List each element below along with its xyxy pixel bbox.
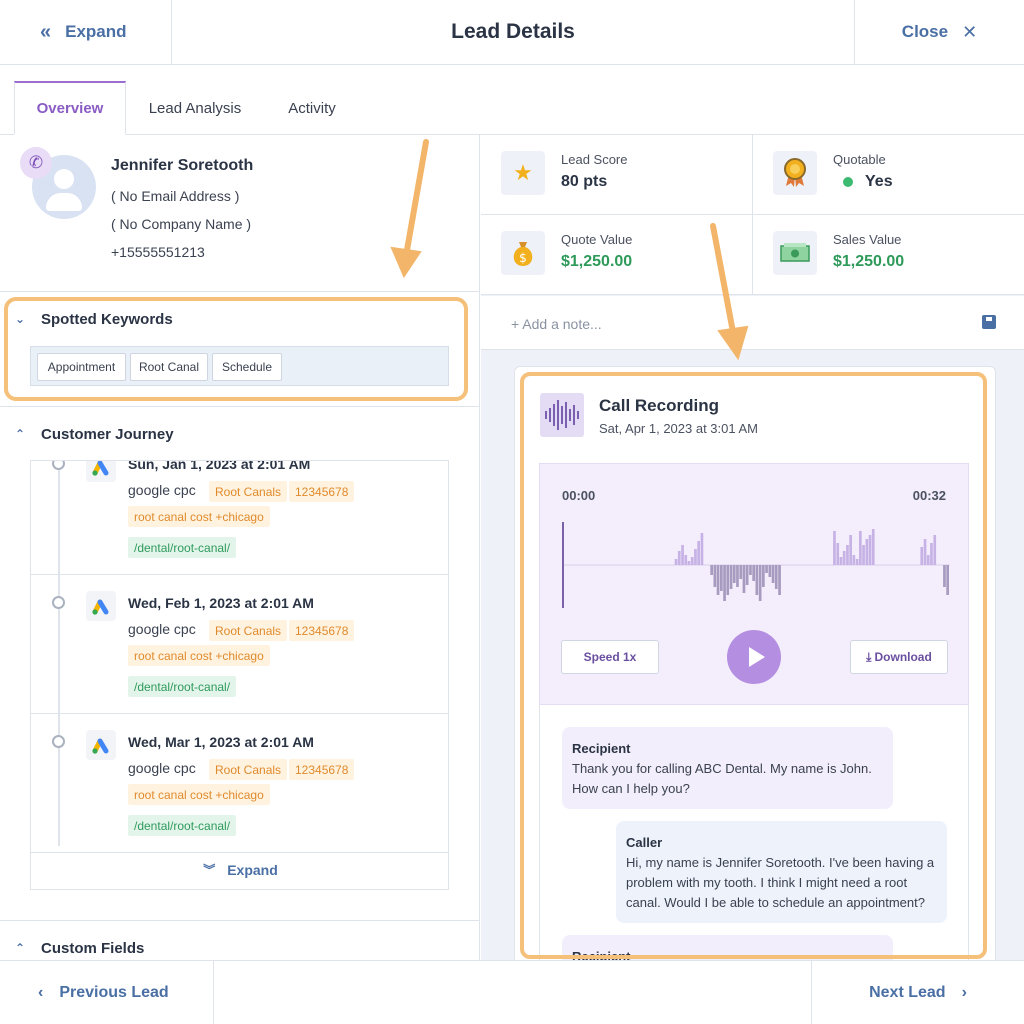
sales-value-stat: Sales Value $1,250.00 — [753, 215, 1024, 295]
campaign-id-tag: 12345678 — [289, 620, 355, 641]
double-chevron-down-icon: ︾ — [203, 863, 216, 877]
quote-value-stat: $ Quote Value $1,250.00 — [481, 215, 752, 295]
journey-date: Wed, Feb 1, 2023 at 2:01 AM — [128, 595, 314, 611]
journey-date: Sun, Jan 1, 2023 at 2:01 AM — [128, 460, 311, 472]
journey-source: google cpc — [128, 621, 196, 637]
right-panel: ★ Lead Score 80 pts Quotable Yes $ Quote… — [481, 135, 1024, 960]
landing-path-tag: /dental/root-canal/ — [128, 815, 237, 836]
highlight-box — [520, 372, 987, 959]
cash-icon — [773, 231, 817, 275]
spotted-keywords-section: ⌄ Spotted Keywords Appointment Root Cana… — [0, 292, 479, 407]
journey-expand-button[interactable]: ︾ Expand — [31, 848, 448, 889]
lead-score-stat: ★ Lead Score 80 pts — [481, 135, 752, 215]
phone-icon: ✆ — [20, 147, 52, 179]
timeline-dot — [52, 735, 65, 748]
timeline-dot — [52, 461, 65, 470]
customer-journey-section: ⌃ Customer Journey Sun, Jan 1, 2023 at 2… — [0, 407, 479, 921]
journey-date: Wed, Mar 1, 2023 at 2:01 AM — [128, 734, 314, 750]
quotable-value-text: Yes — [865, 173, 893, 190]
sales-value-value: $1,250.00 — [833, 253, 905, 270]
previous-lead-label: Previous Lead — [59, 983, 169, 1001]
customer-journey-title[interactable]: Customer Journey — [41, 426, 174, 443]
journey-source: google cpc — [128, 760, 196, 776]
status-dot — [843, 176, 853, 187]
quotable-stat: Quotable Yes — [753, 135, 1024, 215]
tab-overview[interactable]: Overview — [14, 81, 126, 135]
award-ribbon-icon — [773, 151, 817, 195]
custom-fields-title[interactable]: Custom Fields — [41, 940, 144, 957]
campaign-tag: Root Canals — [209, 481, 288, 502]
previous-lead-button[interactable]: ‹ Previous Lead — [0, 961, 214, 1024]
journey-source: google cpc — [128, 482, 196, 498]
contact-name: Jennifer Soretooth — [111, 157, 254, 174]
tab-lead-analysis[interactable]: Lead Analysis — [140, 81, 250, 135]
double-chevron-left-icon: « — [40, 20, 52, 43]
quote-value-value: $1,250.00 — [561, 253, 633, 270]
page-title: Lead Details — [451, 20, 575, 43]
close-label: Close — [901, 22, 949, 41]
chevron-right-icon: › — [961, 983, 967, 1001]
contact-company: ( No Company Name ) — [111, 216, 252, 232]
campaign-id-tag: 12345678 — [289, 481, 355, 502]
contact-phone[interactable]: +15555551213 — [111, 244, 205, 260]
left-panel: ✆ Jennifer Soretooth ( No Email Address … — [0, 135, 480, 960]
timeline-dot — [52, 596, 65, 609]
journey-item: Sun, Jan 1, 2023 at 2:01 AM google cpc R… — [31, 460, 448, 575]
svg-text:$: $ — [519, 251, 527, 265]
campaign-tag: Root Canals — [209, 759, 288, 780]
money-bag-icon: $ — [501, 231, 545, 275]
google-ads-icon — [86, 591, 116, 621]
footer: ‹ Previous Lead Next Lead › — [0, 960, 1024, 1024]
lead-score-label: Lead Score — [561, 152, 628, 167]
expand-button[interactable]: « Expand — [0, 0, 172, 64]
next-lead-button[interactable]: Next Lead › — [811, 961, 1024, 1024]
journey-item: Wed, Feb 1, 2023 at 2:01 AM google cpc R… — [31, 575, 448, 714]
header: « Expand Lead Details Close ✕ — [0, 0, 1024, 65]
chevron-left-icon: ‹ — [38, 983, 44, 1001]
search-keyword-tag: root canal cost +chicago — [128, 784, 270, 805]
add-note-placeholder: + Add a note... — [511, 316, 602, 332]
add-note-field[interactable]: + Add a note... — [481, 296, 1024, 350]
custom-fields-section: ⌃ Custom Fields — [0, 921, 479, 960]
close-button[interactable]: Close ✕ — [854, 0, 1024, 64]
landing-path-tag: /dental/root-canal/ — [128, 676, 237, 697]
campaign-tag: Root Canals — [209, 620, 288, 641]
chevron-up-icon[interactable]: ⌃ — [15, 941, 25, 955]
journey-list: Sun, Jan 1, 2023 at 2:01 AM google cpc R… — [30, 460, 449, 890]
google-ads-icon — [86, 461, 116, 482]
journey-item: Wed, Mar 1, 2023 at 2:01 AM google cpc R… — [31, 714, 448, 853]
lead-score-value: 80 pts — [561, 173, 608, 190]
contact-email: ( No Email Address ) — [111, 188, 240, 204]
star-icon: ★ — [501, 151, 545, 195]
google-ads-icon — [86, 730, 116, 760]
next-lead-label: Next Lead — [869, 983, 946, 1001]
landing-path-tag: /dental/root-canal/ — [128, 537, 237, 558]
lead-stats: ★ Lead Score 80 pts Quotable Yes $ Quote… — [481, 135, 1024, 295]
chevron-up-icon[interactable]: ⌃ — [15, 427, 25, 441]
tab-activity[interactable]: Activity — [272, 81, 352, 135]
campaign-id-tag: 12345678 — [289, 759, 355, 780]
tab-bar: Overview Lead Analysis Activity — [0, 65, 1024, 135]
quotable-label: Quotable — [833, 152, 886, 167]
highlight-box — [4, 297, 468, 401]
search-keyword-tag: root canal cost +chicago — [128, 506, 270, 527]
quotable-value: Yes — [843, 173, 893, 191]
sales-value-label: Sales Value — [833, 232, 902, 247]
search-keyword-tag: root canal cost +chicago — [128, 645, 270, 666]
close-icon: ✕ — [962, 21, 978, 42]
journey-expand-label: Expand — [227, 861, 278, 878]
quote-value-label: Quote Value — [561, 232, 633, 247]
contact-card: ✆ Jennifer Soretooth ( No Email Address … — [0, 135, 479, 292]
expand-label: Expand — [65, 22, 127, 41]
save-icon[interactable] — [982, 315, 996, 329]
